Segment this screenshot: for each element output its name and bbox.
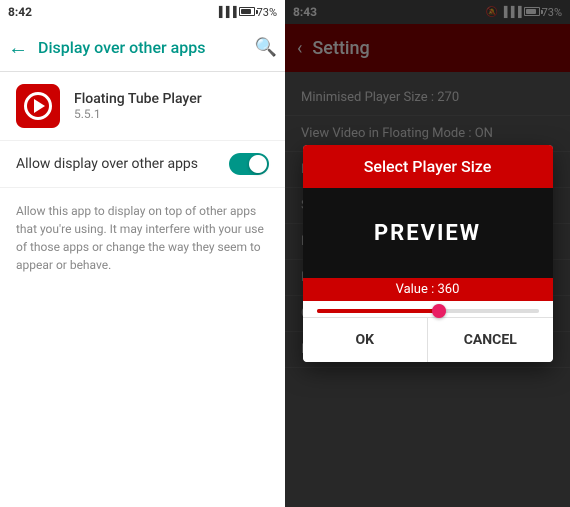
permission-description: Allow this app to display on top of othe… xyxy=(0,188,285,288)
app-icon xyxy=(16,84,60,128)
left-top-bar: ← Display over other apps 🔍 xyxy=(0,24,285,72)
slider-fill xyxy=(317,309,439,313)
app-name: Floating Tube Player xyxy=(74,91,202,107)
preview-text: PREVIEW xyxy=(374,221,481,246)
ok-button[interactable]: OK xyxy=(303,318,429,362)
toggle-row[interactable]: Allow display over other apps xyxy=(0,140,285,188)
dialog-buttons: OK CANCEL xyxy=(303,317,553,362)
allow-display-toggle[interactable] xyxy=(229,153,269,175)
toggle-label: Allow display over other apps xyxy=(16,156,198,172)
signal-icon: ▐▐▐ xyxy=(215,7,236,18)
left-panel: 8:42 ▐▐▐ 73% ← Display over other apps 🔍… xyxy=(0,0,285,507)
app-icon-inner xyxy=(24,92,52,120)
dialog-overlay: Select Player Size PREVIEW Value : 360 O… xyxy=(285,0,570,507)
right-panel: 8:43 🔕 ▐▐▐ 73% ‹ Setting Minimised Playe… xyxy=(285,0,570,507)
search-icon-left[interactable]: 🔍 xyxy=(255,37,277,58)
dialog-value-label: Value : 360 xyxy=(303,278,553,301)
battery-percent-left: 73% xyxy=(257,6,277,19)
toggle-knob xyxy=(249,155,267,173)
dialog-preview-area: PREVIEW xyxy=(303,188,553,278)
slider-thumb[interactable] xyxy=(432,304,446,318)
dialog-slider-row xyxy=(303,301,553,317)
play-icon xyxy=(34,99,45,113)
cancel-button[interactable]: CANCEL xyxy=(428,318,553,362)
left-status-bar: 8:42 ▐▐▐ 73% xyxy=(0,0,285,24)
left-time: 8:42 xyxy=(8,5,32,19)
slider-track[interactable] xyxy=(317,309,539,313)
back-button-left[interactable]: ← xyxy=(8,35,28,60)
left-status-icons: ▐▐▐ 73% xyxy=(215,6,277,19)
battery-icon-left xyxy=(239,7,255,18)
app-version: 5.5.1 xyxy=(74,107,202,121)
left-page-title: Display over other apps xyxy=(38,38,245,57)
select-player-size-dialog: Select Player Size PREVIEW Value : 360 O… xyxy=(303,145,553,362)
dialog-title: Select Player Size xyxy=(303,145,553,188)
app-info: Floating Tube Player 5.5.1 xyxy=(74,91,202,121)
app-item: Floating Tube Player 5.5.1 xyxy=(0,72,285,140)
